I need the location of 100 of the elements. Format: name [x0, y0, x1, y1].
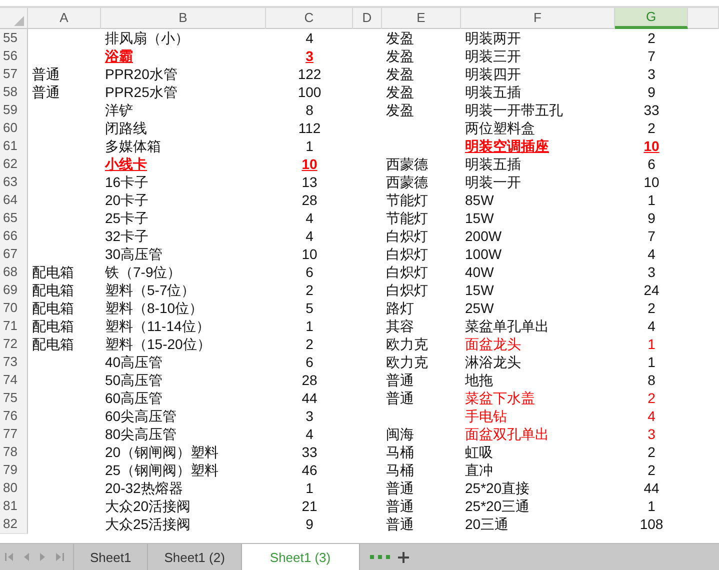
row-number[interactable]: 58	[0, 83, 28, 102]
table-cell: 5	[306, 300, 314, 316]
row-number[interactable]: 72	[0, 335, 28, 354]
table-cell: PPR25水管	[105, 84, 178, 100]
table-cell: 30高压管	[105, 246, 163, 262]
table-cell: 25*20直接	[465, 480, 530, 496]
sheet-tab[interactable]: Sheet1	[74, 544, 148, 570]
table-cell: 两位塑料盒	[465, 120, 535, 136]
row-number[interactable]: 62	[0, 155, 28, 174]
table-cell: 小线卡	[105, 156, 147, 172]
column-header[interactable]: C	[266, 8, 353, 29]
row-number[interactable]: 82	[0, 515, 28, 534]
row-number[interactable]: 64	[0, 191, 28, 210]
row-number[interactable]: 71	[0, 317, 28, 336]
table-cell: 浴霸	[105, 48, 133, 64]
next-sheet-icon[interactable]	[39, 552, 46, 562]
table-cell: 明装五插	[465, 84, 521, 100]
table-cell: 20-32热熔器	[105, 480, 183, 496]
more-icon[interactable]	[370, 554, 390, 560]
table-cell: 面盆龙头	[465, 336, 521, 352]
sheet-tab[interactable]: Sheet1 (3)	[242, 544, 360, 570]
table-cell: 发盈	[386, 102, 414, 118]
row-number[interactable]: 59	[0, 101, 28, 120]
row-number[interactable]: 74	[0, 371, 28, 390]
row-number[interactable]: 76	[0, 407, 28, 426]
row-number[interactable]: 69	[0, 281, 28, 300]
previous-sheet-icon[interactable]	[23, 552, 30, 562]
table-cell: 明装五插	[465, 156, 521, 172]
table-cell: 配电箱	[32, 318, 74, 334]
table-cell: 发盈	[386, 66, 414, 82]
triangle-icon	[14, 16, 24, 26]
last-sheet-icon[interactable]	[55, 552, 64, 562]
row-number[interactable]: 67	[0, 245, 28, 264]
table-cell: 2	[648, 462, 656, 478]
row-number[interactable]: 81	[0, 497, 28, 516]
column-header[interactable]: A	[28, 8, 101, 29]
row-number[interactable]: 68	[0, 263, 28, 282]
column-header[interactable]: E	[382, 8, 461, 29]
table-cell: 多媒体箱	[105, 138, 161, 154]
row-number[interactable]: 73	[0, 353, 28, 372]
table-cell: 9	[648, 210, 656, 226]
table-cell: 6	[306, 264, 314, 280]
table-cell: 25（钢闸阀）塑料	[105, 462, 219, 478]
table-cell: 20三通	[465, 516, 509, 532]
table-cell: 112	[298, 120, 321, 136]
table-cell: 2	[648, 444, 656, 460]
row-number[interactable]: 55	[0, 29, 28, 48]
table-cell: 3	[648, 426, 656, 442]
table-cell: 铁（7-9位）	[105, 264, 182, 280]
table-cell: 明装两开	[465, 30, 521, 46]
table-cell: 白炽灯	[386, 246, 428, 262]
table-cell: 2	[648, 390, 656, 406]
table-cell: 15W	[465, 282, 494, 298]
row-number[interactable]: 66	[0, 227, 28, 246]
table-cell: 50高压管	[105, 372, 163, 388]
row-number[interactable]: 63	[0, 173, 28, 192]
table-cell: 1	[306, 138, 314, 154]
table-cell: 85W	[465, 192, 494, 208]
table-cell: 白炽灯	[386, 282, 428, 298]
column-header[interactable]: B	[101, 8, 266, 29]
first-sheet-icon[interactable]	[5, 552, 14, 562]
table-cell: 2	[648, 120, 656, 136]
row-number[interactable]: 78	[0, 443, 28, 462]
table-cell: 直冲	[465, 462, 493, 478]
table-cell: 24	[644, 282, 660, 298]
table-cell: 马桶	[386, 462, 414, 478]
table-cell: 44	[302, 390, 318, 406]
column-header[interactable]: D	[353, 8, 382, 29]
row-number[interactable]: 70	[0, 299, 28, 318]
table-cell: 2	[306, 336, 314, 352]
table-cell: 100W	[465, 246, 502, 262]
table-cell: 4	[648, 408, 656, 424]
row-number[interactable]: 57	[0, 65, 28, 84]
table-cell: 其容	[386, 318, 414, 334]
table-cell: 3	[648, 66, 656, 82]
row-number[interactable]: 61	[0, 137, 28, 156]
table-cell: 面盆双孔单出	[465, 426, 549, 442]
row-number[interactable]: 77	[0, 425, 28, 444]
row-number[interactable]: 80	[0, 479, 28, 498]
row-number[interactable]: 65	[0, 209, 28, 228]
table-cell: 1	[648, 192, 656, 208]
row-number[interactable]: 79	[0, 461, 28, 480]
row-number[interactable]: 60	[0, 119, 28, 138]
table-cell: 明装一开	[465, 174, 521, 190]
add-sheet-icon[interactable]	[398, 552, 409, 562]
table-cell: 46	[302, 462, 318, 478]
row-number[interactable]: 56	[0, 47, 28, 66]
table-cell: 洋铲	[105, 102, 133, 118]
table-cell: 普通	[386, 372, 414, 388]
table-cell: 排风扇（小）	[105, 30, 189, 46]
table-cell: 8	[648, 372, 656, 388]
table-cell: 20卡子	[105, 192, 149, 208]
table-cell: 马桶	[386, 444, 414, 460]
table-cell: 明装一开带五孔	[465, 102, 563, 118]
table-cell: 普通	[386, 516, 414, 532]
row-number[interactable]: 75	[0, 389, 28, 408]
table-cell: 白炽灯	[386, 264, 428, 280]
table-cell: 3	[648, 264, 656, 280]
table-cell: 白炽灯	[386, 228, 428, 244]
table-cell: 1	[648, 498, 656, 514]
